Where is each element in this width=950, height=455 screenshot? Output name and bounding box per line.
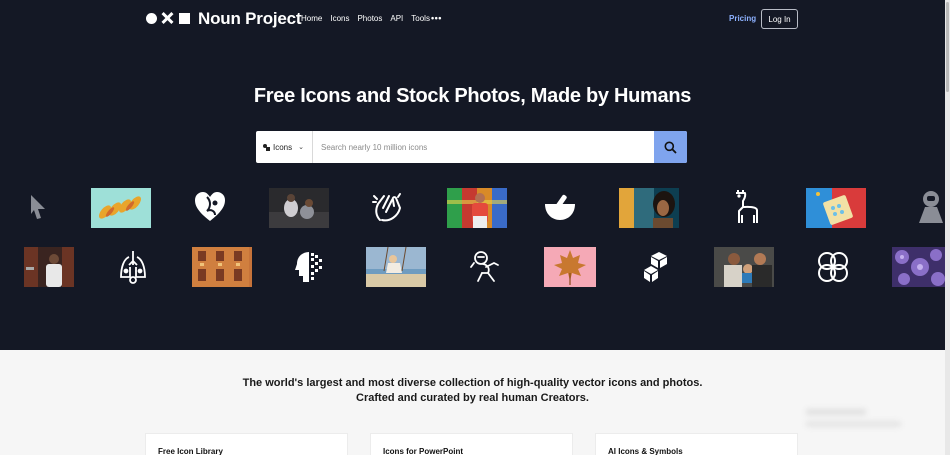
search-bar: Icons ⌄: [256, 131, 687, 163]
purple-flowers-photo[interactable]: [892, 247, 945, 287]
clapping-hands-icon[interactable]: [368, 187, 408, 227]
mortar-pestle-icon[interactable]: [540, 187, 580, 227]
card-icons-for-powerpoint[interactable]: Icons for PowerPoint: [370, 433, 573, 455]
tagline-line-2: Crafted and curated by real human Creato…: [356, 391, 589, 404]
card-title: Icons for PowerPoint: [383, 447, 464, 455]
square-logo-icon: [179, 12, 190, 24]
brand-name[interactable]: Noun Project: [198, 9, 302, 29]
man-in-doorway-photo[interactable]: [24, 247, 74, 287]
woman-portrait-photo[interactable]: [619, 188, 679, 228]
search-icon: [664, 141, 677, 154]
llama-icon[interactable]: [725, 187, 765, 227]
maple-leaf-photo[interactable]: [544, 247, 596, 287]
building-windows-photo[interactable]: [192, 247, 252, 287]
pills-on-blue-photo[interactable]: [806, 188, 866, 228]
icons-type-icon: [263, 143, 270, 151]
people-on-couch-photo[interactable]: [269, 188, 329, 228]
card-ai-icons-symbols[interactable]: AI Icons & Symbols: [595, 433, 798, 455]
search-type-select[interactable]: Icons ⌄: [256, 131, 313, 163]
nav-home[interactable]: Home: [301, 14, 322, 23]
blurred-badge: [806, 407, 906, 433]
chevron-down-icon: ⌄: [298, 144, 304, 151]
scrollbar-thumb[interactable]: [946, 2, 949, 92]
noun-project-logo[interactable]: [146, 12, 190, 24]
card-title: AI Icons & Symbols: [608, 447, 683, 455]
circles-knot-icon[interactable]: [813, 247, 853, 287]
x-logo-icon: [161, 12, 173, 24]
pricing-link[interactable]: Pricing: [729, 14, 756, 23]
hero-section: Noun Project Home Icons Photos API Tools…: [0, 0, 945, 350]
nav-icons[interactable]: Icons: [330, 14, 349, 23]
man-in-colorful-room-photo[interactable]: [447, 188, 507, 228]
nav-tools[interactable]: Tools: [411, 14, 430, 23]
card-free-icon-library[interactable]: Free Icon Library: [145, 433, 348, 455]
circle-logo-icon: [146, 12, 157, 24]
nav-api[interactable]: API: [390, 14, 403, 23]
nav-photos[interactable]: Photos: [357, 14, 382, 23]
tagline: The world's largest and most diverse col…: [0, 376, 945, 405]
page-title: Free Icons and Stock Photos, Made by Hum…: [253, 85, 692, 107]
login-button[interactable]: Log In: [761, 9, 798, 29]
search-input[interactable]: [313, 131, 654, 163]
astronaut-dance-icon[interactable]: [465, 247, 505, 287]
page-scrollbar[interactable]: [945, 0, 950, 455]
lungs-icon[interactable]: [113, 247, 153, 287]
search-button[interactable]: [654, 131, 687, 163]
main-nav: Home Icons Photos API Tools: [301, 14, 430, 23]
more-menu-icon[interactable]: •••: [431, 13, 442, 23]
woman-on-swing-photo[interactable]: [366, 246, 426, 287]
cubes-icon[interactable]: [635, 247, 675, 287]
astronaut-icon[interactable]: [905, 187, 945, 227]
couple-with-baby-photo[interactable]: [714, 247, 774, 287]
cursor-arrow-icon[interactable]: [17, 187, 57, 227]
card-title: Free Icon Library: [158, 447, 223, 455]
heart-face-icon[interactable]: [190, 187, 230, 227]
leaves-photo[interactable]: [91, 188, 151, 228]
search-type-label: Icons: [273, 142, 293, 152]
pixel-head-icon[interactable]: [290, 247, 330, 287]
tagline-line-1: The world's largest and most diverse col…: [242, 377, 703, 389]
